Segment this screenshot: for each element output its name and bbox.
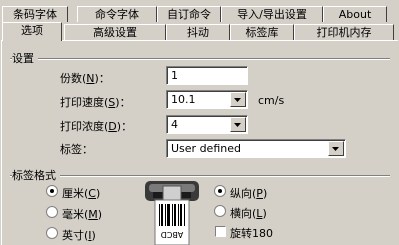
stock-dropdown[interactable]: User defined [166, 139, 346, 158]
stock-text: 标签 [60, 143, 82, 156]
label-printer-illustration: ABCD [145, 181, 199, 245]
unit-cm-radio[interactable] [46, 206, 58, 218]
unit-mm-label[interactable]: 厘米(C) [62, 185, 100, 201]
printer-label-text: ABCD [161, 230, 184, 239]
unit-mm-accelerator: C [88, 187, 96, 200]
landscape-text: 横向 [230, 207, 252, 220]
copies-accelerator: N [86, 72, 95, 85]
unit-cm-accelerator: M [88, 208, 98, 221]
tab-import-export[interactable]: 导入/导出设置 [221, 6, 323, 22]
tab-label: 打印机内存 [316, 26, 372, 39]
tab-command-fonts[interactable]: 命令字体 [77, 6, 157, 22]
print-darkness-text: 打印浓度 [60, 120, 104, 133]
portrait-radio[interactable] [214, 185, 226, 197]
label-format-group-title: 标签格式 [12, 167, 60, 183]
landscape-accelerator: L [256, 207, 263, 220]
stock-label: 标签： [60, 143, 93, 156]
print-speed-dropdown-button[interactable] [230, 92, 246, 107]
chevron-down-icon [234, 98, 241, 102]
print-speed-text: 打印速度 [60, 96, 104, 109]
tab-label: 条码字体 [13, 8, 57, 21]
unit-inch-accelerator: I [88, 229, 92, 242]
landscape-radio[interactable] [214, 205, 226, 217]
unit-cm-text: 毫米 [62, 208, 84, 221]
tab-dithering[interactable]: 抖动 [166, 24, 230, 40]
tab-options[interactable]: 选项 [2, 22, 62, 41]
tab-printer-memory[interactable]: 打印机内存 [294, 24, 394, 40]
portrait-accelerator: P [256, 187, 263, 200]
tab-label: 标签库 [245, 26, 279, 39]
label-format-separator [10, 175, 390, 177]
print-speed-label: 打印速度(S)： [60, 96, 131, 109]
rotate-180-label[interactable]: 旋转180 [230, 225, 273, 241]
tab-advanced-settings[interactable]: 高级设置 [64, 24, 166, 40]
chevron-down-icon [332, 147, 339, 151]
print-darkness-label: 打印浓度(D)： [60, 120, 133, 133]
unit-mm-radio[interactable] [46, 185, 58, 197]
tab-label: 抖动 [187, 26, 209, 39]
print-darkness-dropdown[interactable]: 4 [166, 115, 248, 134]
copies-label: 份数(N)： [60, 72, 110, 85]
copies-text: 份数 [60, 72, 82, 85]
stock-value: User defined [171, 142, 241, 155]
rotate-180-checkbox[interactable] [215, 226, 226, 237]
tab-custom-commands[interactable]: 自订命令 [157, 6, 221, 22]
settings-separator [10, 58, 390, 60]
print-speed-value: 10.1 [171, 93, 196, 106]
tab-label: About [338, 8, 372, 21]
landscape-label[interactable]: 横向(L) [230, 205, 267, 221]
tab-label: 自订命令 [167, 8, 211, 21]
copies-input[interactable]: 1 [166, 66, 248, 85]
tab-label: 高级设置 [93, 26, 137, 39]
print-speed-dropdown[interactable]: 10.1 [166, 90, 248, 109]
unit-cm-label[interactable]: 毫米(M) [62, 206, 102, 222]
print-darkness-value: 4 [171, 118, 178, 131]
print-speed-accelerator: S [108, 96, 116, 109]
stock-dropdown-button[interactable] [328, 141, 344, 156]
copies-value: 1 [171, 69, 178, 82]
tab-label: 选项 [21, 24, 43, 37]
unit-mm-text: 厘米 [62, 187, 84, 200]
tab-label: 命令字体 [95, 8, 139, 21]
print-darkness-dropdown-button[interactable] [230, 117, 246, 132]
portrait-text: 纵向 [230, 187, 252, 200]
unit-inch-label[interactable]: 英寸(I) [62, 227, 96, 243]
chevron-down-icon [234, 123, 241, 127]
portrait-label[interactable]: 纵向(P) [230, 185, 267, 201]
tab-label-library[interactable]: 标签库 [230, 24, 294, 40]
unit-inch-text: 英寸 [62, 229, 84, 242]
tab-about[interactable]: About [323, 6, 387, 22]
tab-barcode-fonts[interactable]: 条码字体 [2, 6, 68, 22]
print-speed-unit: cm/s [258, 94, 285, 107]
print-darkness-accelerator: D [108, 120, 117, 133]
unit-inch-radio[interactable] [46, 227, 58, 239]
settings-group-title: 设置 [12, 50, 38, 66]
tab-label: 导入/导出设置 [237, 8, 307, 21]
